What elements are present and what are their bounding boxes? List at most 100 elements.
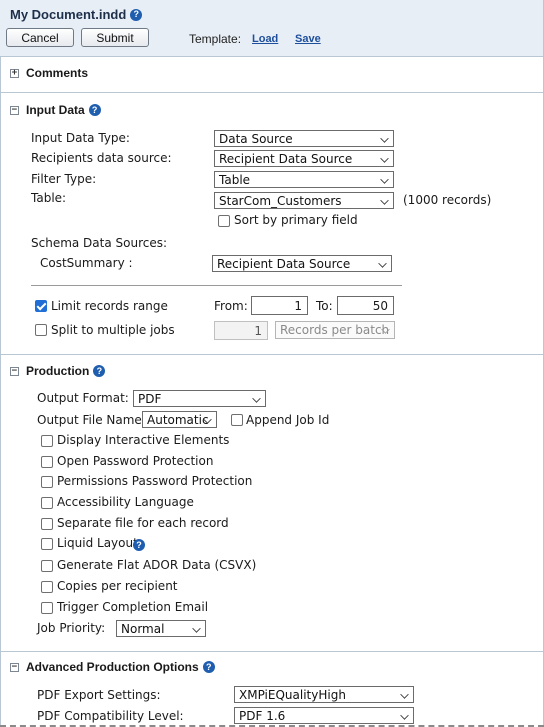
chevron-down-icon [380, 134, 389, 143]
advanced-section-header[interactable]: − Advanced Production Options ? [10, 660, 215, 674]
output-file-name-select[interactable]: Automatic [142, 411, 217, 428]
chevron-down-icon [400, 711, 409, 720]
trigger-completion-email-checkbox[interactable] [41, 602, 53, 614]
chevron-down-icon [192, 624, 201, 633]
template-label: Template: [189, 32, 242, 46]
help-icon[interactable]: ? [133, 539, 145, 551]
display-interactive-elements-label: Display Interactive Elements [57, 433, 230, 447]
collapse-icon[interactable]: − [10, 366, 19, 376]
document-title: My Document.indd ? [10, 7, 143, 22]
help-icon[interactable]: ? [88, 104, 101, 116]
job-priority-label: Job Priority: [37, 621, 106, 635]
help-icon[interactable]: ? [93, 365, 106, 377]
section-divider [0, 354, 543, 355]
template-load-link[interactable]: Load [252, 33, 278, 45]
open-password-protection-checkbox[interactable] [41, 456, 53, 468]
collapse-icon[interactable]: − [10, 105, 19, 115]
display-interactive-elements-checkbox[interactable] [41, 435, 53, 447]
section-divider [0, 92, 543, 93]
pdf-compatibility-label: PDF Compatibility Level: [37, 709, 184, 723]
template-save-link[interactable]: Save [295, 33, 321, 45]
append-job-id-label: Append Job Id [246, 413, 330, 427]
pdf-export-settings-select[interactable]: XMPiEQualityHigh [234, 686, 414, 703]
filter-type-select[interactable]: Table [214, 171, 394, 188]
trigger-completion-email-label: Trigger Completion Email [57, 600, 209, 614]
production-section-header[interactable]: − Production ? [10, 364, 106, 378]
output-file-name-label: Output File Name: [37, 413, 146, 427]
pdf-compatibility-value: PDF 1.6 [239, 708, 286, 723]
chevron-down-icon [378, 259, 387, 268]
split-jobs-label: Split to multiple jobs [51, 323, 175, 337]
permissions-password-protection-checkbox[interactable] [41, 476, 53, 488]
output-format-label: Output Format: [37, 391, 129, 405]
chevron-down-icon [380, 175, 389, 184]
copies-per-recipient-checkbox[interactable] [41, 581, 53, 593]
section-divider [0, 651, 543, 652]
input-data-type-select[interactable]: Data Source [214, 130, 394, 147]
cancel-button[interactable]: Cancel [6, 28, 74, 47]
chevron-down-icon [380, 154, 389, 163]
chevron-down-icon [380, 196, 389, 205]
limit-records-range-label: Limit records range [51, 299, 168, 313]
table-value: StarCom_Customers [219, 193, 342, 208]
help-icon[interactable]: ? [130, 8, 143, 21]
from-label: From: [214, 299, 248, 313]
advanced-title: Advanced Production Options [26, 660, 199, 674]
expand-icon[interactable]: + [10, 68, 19, 78]
permissions-password-protection-label: Permissions Password Protection [57, 474, 253, 488]
help-icon[interactable]: ? [202, 661, 215, 673]
from-input[interactable]: 1 [251, 296, 308, 315]
pdf-export-settings-label: PDF Export Settings: [37, 688, 161, 702]
sort-primary-label: Sort by primary field [234, 213, 358, 227]
records-per-batch-select[interactable]: Records per batch [275, 321, 395, 339]
generate-flat-ador-checkbox[interactable] [41, 560, 53, 572]
panel-header: My Document.indd ? Cancel Submit Templat… [0, 0, 543, 57]
split-jobs-checkbox[interactable] [35, 324, 47, 336]
input-data-section-header[interactable]: − Input Data ? [10, 103, 101, 117]
separate-file-label: Separate file for each record [57, 516, 229, 530]
accessibility-language-checkbox[interactable] [41, 497, 53, 509]
collapse-icon[interactable]: − [10, 662, 19, 672]
input-data-title: Input Data [26, 103, 85, 117]
to-label: To: [316, 299, 333, 313]
filter-type-value: Table [219, 172, 251, 187]
table-label: Table: [31, 191, 67, 205]
copies-per-recipient-label: Copies per recipient [57, 579, 178, 593]
append-job-id-checkbox[interactable] [231, 414, 243, 426]
limit-records-range-checkbox[interactable] [35, 300, 47, 312]
cost-summary-select[interactable]: Recipient Data Source [212, 255, 392, 272]
chevron-down-icon [252, 394, 261, 403]
comments-section-header[interactable]: + Comments [10, 66, 88, 80]
record-count: (1000 records) [403, 193, 492, 207]
document-title-text: My Document.indd [10, 7, 127, 22]
recipients-data-source-label: Recipients data source: [31, 151, 172, 165]
liquid-layout-label: Liquid Layout [57, 536, 138, 550]
table-select[interactable]: StarCom_Customers [214, 192, 394, 209]
records-per-batch-value: Records per batch [280, 323, 390, 337]
input-data-type-label: Input Data Type: [31, 131, 130, 145]
to-input[interactable]: 50 [337, 296, 394, 315]
liquid-layout-checkbox[interactable] [41, 538, 53, 550]
sort-primary-checkbox[interactable] [218, 215, 230, 227]
input-data-type-value: Data Source [219, 131, 293, 146]
separate-file-checkbox[interactable] [41, 518, 53, 530]
output-format-select[interactable]: PDF [133, 390, 266, 407]
inner-divider [31, 285, 402, 286]
filter-type-label: Filter Type: [31, 172, 97, 186]
open-password-protection-label: Open Password Protection [57, 454, 214, 468]
cost-summary-label: CostSummary : [40, 256, 133, 270]
production-title: Production [26, 364, 90, 378]
job-priority-select[interactable]: Normal [116, 620, 206, 637]
job-priority-value: Normal [121, 621, 165, 636]
schema-data-sources-label: Schema Data Sources: [31, 236, 168, 250]
accessibility-language-label: Accessibility Language [57, 495, 194, 509]
cost-summary-value: Recipient Data Source [217, 256, 351, 271]
output-file-name-value: Automatic [147, 412, 209, 427]
submit-button[interactable]: Submit [81, 28, 149, 47]
pdf-compatibility-select[interactable]: PDF 1.6 [234, 707, 414, 724]
recipients-data-source-select[interactable]: Recipient Data Source [214, 150, 394, 167]
batch-count-input[interactable]: 1 [214, 321, 268, 340]
generate-flat-ador-label: Generate Flat ADOR Data (CSVX) [57, 558, 257, 572]
recipients-data-source-value: Recipient Data Source [219, 151, 353, 166]
comments-title: Comments [26, 66, 89, 80]
